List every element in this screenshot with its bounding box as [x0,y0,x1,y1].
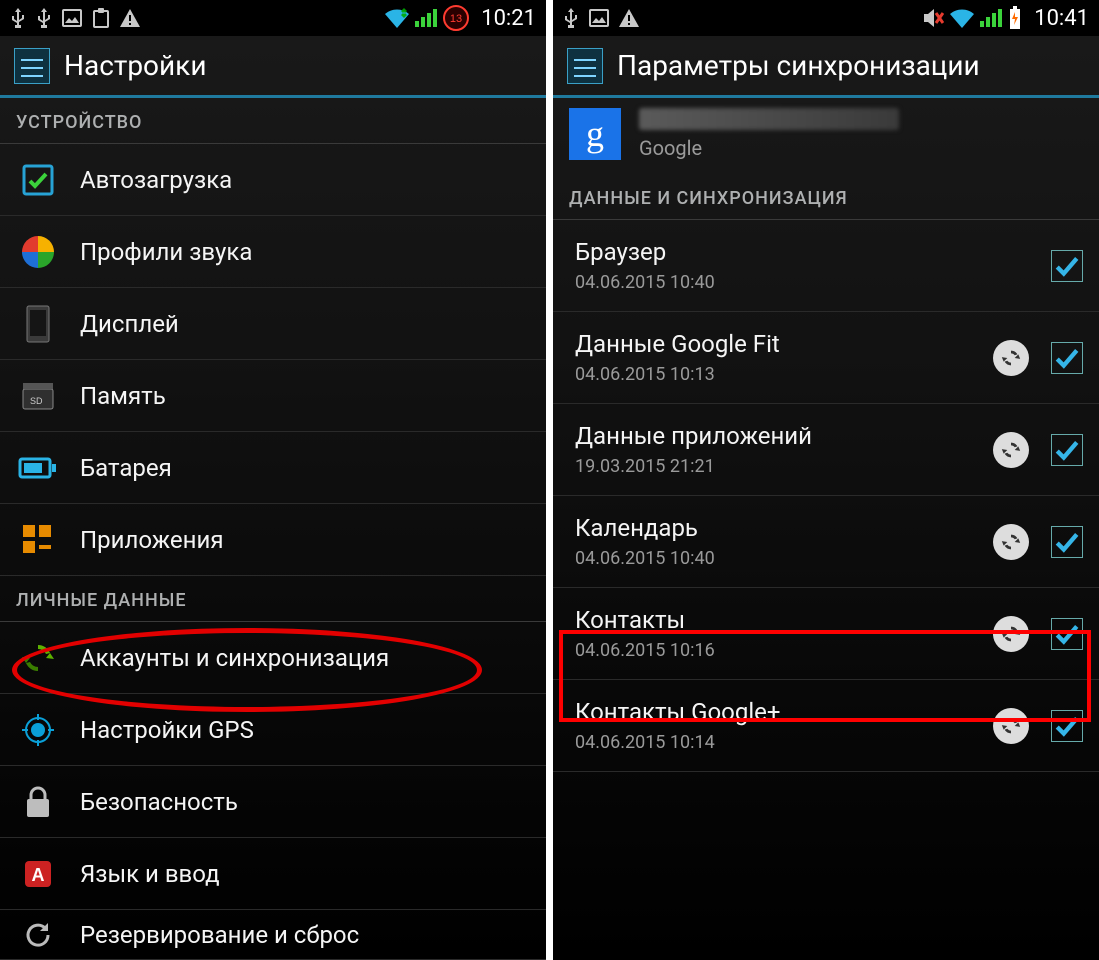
account-provider: Google [639,136,899,160]
google-g-icon: g [569,108,621,160]
status-bar: 10:41 [553,0,1099,36]
battery-charging-icon [1008,6,1022,30]
settings-row-label: Аккаунты и синхронизация [80,644,389,672]
phone-sync-settings: 10:41 Параметры синхронизации g Google Д… [553,0,1099,960]
settings-row-label: Приложения [80,526,224,554]
wifi-icon [385,8,409,28]
svg-text:13: 13 [450,13,462,25]
svg-text:A: A [32,865,45,885]
sync-item-title: Контакты Google+ [575,698,993,726]
refresh-icon[interactable] [993,708,1029,744]
section-header-sync: ДАННЫЕ И СИНХРОНИЗАЦИЯ [553,174,1099,220]
settings-row-storage[interactable]: SD Память [0,360,546,432]
signal-icon [980,9,1002,27]
sync-row[interactable]: Данные приложений 19.03.2015 21:21 [553,404,1099,496]
settings-row-language[interactable]: A Язык и ввод [0,838,546,910]
signal-icon [415,9,437,27]
account-email-blurred [639,108,899,130]
settings-row-display[interactable]: Дисплей [0,288,546,360]
refresh-icon[interactable] [993,340,1029,376]
sync-item-title: Контакты [575,606,993,634]
section-header-personal: ЛИЧНЫЕ ДАННЫЕ [0,576,546,622]
section-header-device: УСТРОЙСТВО [0,98,546,144]
gps-icon [16,708,60,752]
display-icon [16,302,60,346]
page-title: Настройки [64,49,206,82]
picture-icon [62,9,82,27]
settings-row-label: Язык и ввод [80,860,220,888]
sync-checkbox[interactable] [1051,526,1083,558]
settings-row-label: Безопасность [80,788,238,816]
usb-icon [563,8,579,28]
sync-checkbox[interactable] [1051,710,1083,742]
sync-icon [16,636,60,680]
status-clock: 10:41 [1034,6,1089,31]
settings-row-battery[interactable]: Батарея [0,432,546,504]
battery-icon [16,446,60,490]
usb-icon [36,8,52,28]
warning-icon [619,9,639,27]
usb-icon [10,8,26,28]
settings-row-accounts[interactable]: Аккаунты и синхронизация [0,622,546,694]
settings-row-label: Батарея [80,454,172,482]
sync-checkbox[interactable] [1051,250,1083,282]
settings-row-apps[interactable]: Приложения [0,504,546,576]
mute-icon [922,8,944,28]
language-icon: A [16,852,60,896]
lock-icon [16,780,60,824]
calendar-badge-icon: 13 [443,5,469,31]
page-title: Параметры синхронизации [617,49,980,82]
sync-row[interactable]: Контакты Google+ 04.06.2015 10:14 [553,680,1099,772]
refresh-icon[interactable] [993,524,1029,560]
settings-row-label: Дисплей [80,310,179,338]
settings-row-label: Резервирование и сброс [80,921,359,949]
sync-row[interactable]: Контакты 04.06.2015 10:16 [553,588,1099,680]
settings-row-label: Профили звука [80,238,252,266]
settings-sliders-icon [14,48,50,84]
sync-item-time: 04.06.2015 10:13 [575,364,993,385]
sync-row[interactable]: Браузер 04.06.2015 10:40 [553,220,1099,312]
sound-profiles-icon [16,230,60,274]
sync-item-title: Данные приложений [575,422,993,450]
settings-row-sound[interactable]: Профили звука [0,216,546,288]
settings-row-security[interactable]: Безопасность [0,766,546,838]
sync-item-time: 04.06.2015 10:40 [575,272,1051,293]
apps-icon [16,518,60,562]
settings-row-label: Автозагрузка [80,166,232,194]
settings-sliders-icon [567,48,603,84]
sync-checkbox[interactable] [1051,434,1083,466]
settings-row-label: Память [80,382,166,410]
sync-item-time: 19.03.2015 21:21 [575,456,993,477]
sync-checkbox[interactable] [1051,342,1083,374]
action-bar: Настройки [0,36,546,98]
sync-row[interactable]: Данные Google Fit 04.06.2015 10:13 [553,312,1099,404]
phone-settings: 13 10:21 Настройки УСТРОЙСТВО Автозагруз… [0,0,546,960]
sync-row[interactable]: Календарь 04.06.2015 10:40 [553,496,1099,588]
sync-item-title: Браузер [575,238,1051,266]
refresh-icon[interactable] [993,616,1029,652]
warning-icon [120,9,140,27]
account-header[interactable]: g Google [553,98,1099,174]
settings-row-backup[interactable]: Резервирование и сброс [0,910,546,960]
settings-row-label: Настройки GPS [80,716,254,744]
picture-icon [589,9,609,27]
settings-row-autoload[interactable]: Автозагрузка [0,144,546,216]
refresh-icon[interactable] [993,432,1029,468]
svg-text:SD: SD [30,396,43,406]
sync-item-time: 04.06.2015 10:14 [575,732,993,753]
sync-item-title: Данные Google Fit [575,330,993,358]
sync-item-title: Календарь [575,514,993,542]
settings-row-gps[interactable]: Настройки GPS [0,694,546,766]
status-clock: 10:21 [481,6,536,31]
status-bar: 13 10:21 [0,0,546,36]
clipboard-icon [92,8,110,28]
storage-icon: SD [16,374,60,418]
sync-checkbox[interactable] [1051,618,1083,650]
wifi-icon [950,8,974,28]
sync-item-time: 04.06.2015 10:40 [575,548,993,569]
backup-icon [16,913,60,957]
autoload-icon [16,158,60,202]
sync-item-time: 04.06.2015 10:16 [575,640,993,661]
action-bar: Параметры синхронизации [553,36,1099,98]
